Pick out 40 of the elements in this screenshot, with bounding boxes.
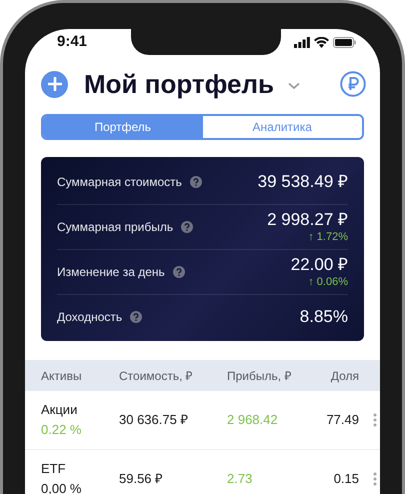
column-header: Доля [330,368,359,384]
profit-cell-text: 2 968.42 [227,411,279,430]
help-icon[interactable] [130,311,142,323]
asset-change: 0,00 % [41,480,82,494]
help-icon[interactable] [181,221,194,233]
column-header: Активы [40,368,83,384]
profit-cell-text: 2.73 [227,470,254,488]
more-icon[interactable] [373,413,377,427]
more-icon[interactable] [373,472,377,486]
tab[interactable]: Портфель [43,116,202,138]
summary-value: 39 538.49 ₽ [258,172,348,192]
summary-change: ↑ 1.72% [308,230,348,244]
signal-icon [294,36,310,48]
summary-value: 2 998.27 ₽ [267,210,348,230]
summary-change: ↑ 0.06% [308,275,348,289]
asset-change: 0.22 % [41,421,82,439]
status-time: 9:41 [57,32,88,52]
summary-label: Суммарная стоимость [57,174,182,190]
asset-name: ETF [41,460,67,478]
ruble-icon[interactable] [340,71,366,97]
value-cell-text: 59.56 ₽ [119,470,164,488]
wifi-icon [314,36,329,48]
portfolio-title: Мой портфель [84,68,274,100]
share-cell-text: 0.15 [332,470,359,488]
summary-label: Доходность [57,309,122,326]
summary-label: Суммарная прибыль [57,219,174,236]
asset-name: Акции [41,401,78,419]
add-button[interactable] [41,70,68,98]
summary-value: 8.85% [300,307,348,327]
plus-icon [48,77,62,91]
share-cell-text: 77.49 [325,411,359,430]
chevron-down-icon[interactable] [288,82,300,90]
summary-label: Изменение за день [57,264,165,281]
help-icon[interactable] [172,266,185,278]
help-icon[interactable] [190,176,202,188]
summary-value: 22.00 ₽ [290,255,348,275]
column-header: Стоимость, ₽ [119,368,194,384]
value-cell-text: 30 636.75 ₽ [119,411,190,430]
column-header: Прибыль, ₽ [227,368,292,384]
battery-icon [333,36,356,48]
